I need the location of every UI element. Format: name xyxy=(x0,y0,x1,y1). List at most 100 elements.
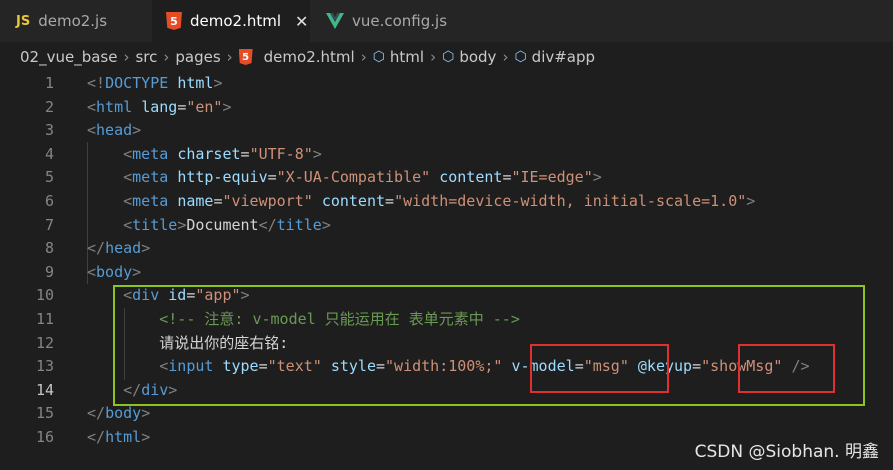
line-number: 12 xyxy=(35,333,54,352)
breadcrumb-item-html[interactable]: html xyxy=(390,48,424,66)
line-number: 5 xyxy=(44,168,54,187)
code-token: meta xyxy=(132,192,169,210)
close-tab-icon[interactable]: ✕ xyxy=(295,12,308,31)
code-token: "en" xyxy=(186,97,223,116)
line-number: 2 xyxy=(44,97,54,116)
code-token: > xyxy=(141,239,151,258)
code-token: charset xyxy=(177,144,241,163)
tab-bar: JS demo2.js 5 demo2.html ✕ vue.config.js xyxy=(0,0,893,42)
line-number: 10 xyxy=(35,286,54,305)
line-number: 9 xyxy=(44,262,54,281)
line-number: 1 xyxy=(44,74,54,92)
line-number: 13 xyxy=(35,357,54,376)
code-token: = xyxy=(385,192,395,210)
tab-label: demo2.html xyxy=(190,12,282,30)
code-token: > xyxy=(213,74,223,92)
breadcrumb-item-pages[interactable]: pages xyxy=(175,48,220,66)
breadcrumb: 02_vue_base › src › pages › 5 demo2.html… xyxy=(0,42,893,72)
html5-file-icon: 5 xyxy=(166,12,182,30)
code-editor[interactable]: 1 <!DOCTYPE html> 2 <html lang="en"> 3 <head>… xyxy=(0,72,893,470)
code-token: < xyxy=(123,192,133,210)
breadcrumb-item-src[interactable]: src xyxy=(135,48,157,66)
line-number: 8 xyxy=(44,239,54,258)
code-token: > xyxy=(177,215,187,234)
code-token: "width=device-width, initial-scale=1.0" xyxy=(394,192,747,210)
line-number: 6 xyxy=(44,192,54,210)
breadcrumb-item-02-vue-base[interactable]: 02_vue_base xyxy=(20,48,117,66)
code-line[interactable]: 1 <!DOCTYPE html> xyxy=(0,72,893,96)
line-number: 14 xyxy=(35,380,54,399)
code-text: <title>Document</title> xyxy=(87,214,331,238)
code-token: > xyxy=(592,168,602,187)
code-text: <meta http-equiv="X-UA-Compatible" conte… xyxy=(87,166,602,190)
code-token: meta xyxy=(132,144,169,163)
code-text: <!DOCTYPE html> xyxy=(87,72,222,96)
code-line[interactable]: 8 </head> xyxy=(0,237,893,261)
chevron-right-icon: › xyxy=(502,48,509,66)
code-token: < xyxy=(123,144,133,163)
code-token: < xyxy=(87,121,97,140)
code-token: < xyxy=(87,97,97,116)
code-token: "UTF-8" xyxy=(249,144,313,163)
line-number: 15 xyxy=(35,404,54,423)
breadcrumb-item-body[interactable]: body xyxy=(459,48,496,66)
code-token: lang xyxy=(141,97,178,116)
tab-demo2-html[interactable]: 5 demo2.html ✕ xyxy=(152,0,310,42)
chevron-right-icon: › xyxy=(123,48,130,66)
code-line[interactable]: 9 <body> xyxy=(0,261,893,285)
code-token: html xyxy=(105,428,142,446)
element-cube-icon: ⬡ xyxy=(442,49,455,65)
line-number: 4 xyxy=(44,144,54,163)
tab-vue-config-js[interactable]: vue.config.js xyxy=(310,0,475,42)
breadcrumb-item-file[interactable]: demo2.html xyxy=(264,48,355,66)
code-line[interactable]: 6 <meta name="viewport" content="width=d… xyxy=(0,190,893,214)
code-token: > xyxy=(312,144,322,163)
code-token: > xyxy=(132,121,142,140)
code-token: html xyxy=(96,97,133,116)
code-line[interactable]: 2 <html lang="en"> xyxy=(0,96,893,120)
code-token: content xyxy=(439,168,503,187)
code-token: > xyxy=(222,97,232,116)
code-token: > xyxy=(132,262,142,281)
code-token: head xyxy=(105,239,142,258)
code-token: title xyxy=(276,215,322,234)
line-number: 11 xyxy=(35,310,54,328)
code-text: <html lang="en"> xyxy=(87,96,232,120)
code-text: <meta charset="UTF-8"> xyxy=(87,143,322,167)
code-token: > xyxy=(321,215,331,234)
code-token: < xyxy=(123,215,133,234)
code-text: </head> xyxy=(87,237,150,261)
breadcrumb-item-div-app[interactable]: div#app xyxy=(532,48,595,66)
code-token: head xyxy=(96,121,133,140)
tab-label: vue.config.js xyxy=(352,12,448,30)
code-token: </ xyxy=(258,215,277,234)
code-token: DOCTYPE xyxy=(105,74,169,92)
tab-demo2-js[interactable]: JS demo2.js xyxy=(0,0,152,42)
code-token: content xyxy=(321,192,386,210)
code-token: > xyxy=(141,428,151,446)
code-token: </ xyxy=(87,239,106,258)
code-token: > xyxy=(746,192,756,210)
red-highlight-v-model xyxy=(530,344,669,393)
js-file-icon: JS xyxy=(16,13,31,29)
chevron-right-icon: › xyxy=(360,48,367,66)
code-token: < xyxy=(87,262,97,281)
code-line[interactable]: 5 <meta http-equiv="X-UA-Compatible" con… xyxy=(0,166,893,190)
code-line[interactable]: 3 <head> xyxy=(0,119,893,143)
code-line[interactable]: 4 <meta charset="UTF-8"> xyxy=(0,143,893,167)
code-token: name xyxy=(177,192,214,210)
code-text: </html> xyxy=(87,426,150,450)
code-text: <meta name="viewport" content="width=dev… xyxy=(87,190,755,214)
code-token: body xyxy=(105,404,142,423)
tab-label: demo2.js xyxy=(38,12,108,30)
code-line[interactable]: 7 <title>Document</title> xyxy=(0,214,893,238)
